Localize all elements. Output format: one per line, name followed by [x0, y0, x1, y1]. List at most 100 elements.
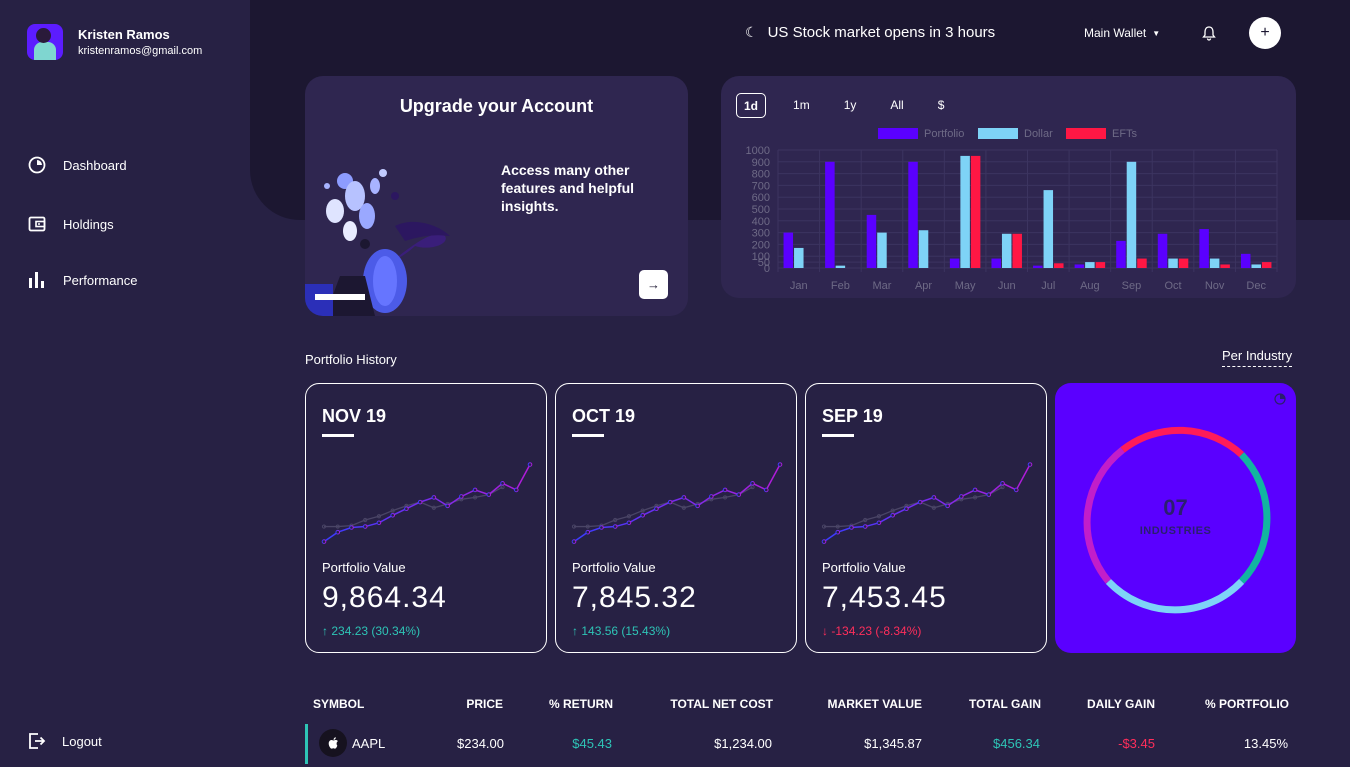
column-header-net-cost[interactable]: TOTAL NET COST — [670, 697, 773, 711]
sparkline-point — [835, 529, 841, 535]
tab-1d[interactable]: 1d — [736, 93, 767, 118]
column-header-daily-gain[interactable]: DAILY GAIN — [1087, 697, 1155, 711]
x-tick-label: Aug — [1080, 280, 1100, 292]
column-header-portfolio[interactable]: % PORTFOLIO — [1205, 697, 1289, 711]
y-tick-label: 500 — [752, 204, 770, 216]
bar-efts[interactable] — [1137, 258, 1147, 268]
bar-portfolio[interactable] — [1199, 229, 1209, 268]
bar-portfolio[interactable] — [783, 232, 794, 268]
wallet-dropdown[interactable]: Main Wallet ▼ — [1084, 26, 1160, 40]
history-date: SEP 19 — [822, 406, 883, 426]
add-button[interactable]: + — [1249, 17, 1281, 49]
y-tick-label: 1000 — [746, 145, 770, 157]
bar-portfolio[interactable] — [949, 258, 960, 268]
sparkline-point — [709, 494, 714, 499]
column-header-market-value[interactable]: MARKET VALUE — [828, 697, 922, 711]
sparkline-point — [1000, 481, 1005, 486]
plus-icon: + — [1260, 24, 1270, 41]
column-header-total-gain[interactable]: TOTAL GAIN — [969, 697, 1041, 711]
bar-dollar[interactable] — [794, 247, 804, 268]
sidebar-item-holdings[interactable]: Holdings — [28, 215, 114, 233]
sparkline-primary — [823, 464, 1031, 543]
sidebar-item-dashboard[interactable]: Dashboard — [28, 156, 127, 174]
bar-dollar[interactable] — [1085, 262, 1095, 268]
logout-label: Logout — [62, 733, 102, 749]
bar-efts[interactable] — [1178, 258, 1189, 268]
history-card-nov[interactable]: NOV 19 Portfolio Value 9,864.34 ↑ 234.23… — [305, 383, 547, 653]
y-tick-label: 100 — [752, 251, 770, 263]
legend-swatch — [1066, 128, 1106, 139]
market-status: ☾ US Stock market opens in 3 hours — [745, 24, 995, 41]
arrow-right-icon: → — [647, 277, 660, 292]
sparkline-point — [667, 499, 673, 505]
date-underline — [572, 434, 604, 437]
bar-dollar[interactable] — [918, 230, 929, 268]
market-status-text: US Stock market opens in 3 hours — [767, 24, 996, 41]
date-underline — [322, 434, 354, 437]
tab-1m[interactable]: 1m — [786, 93, 817, 118]
sparkline-point — [571, 539, 577, 544]
per-industry-link[interactable]: Per Industry — [1222, 348, 1293, 367]
sparkline-point — [431, 495, 437, 500]
bar-portfolio[interactable] — [866, 214, 877, 268]
cell-daily-gain: -$3.45 — [1118, 736, 1155, 751]
history-card-oct[interactable]: OCT 19 Portfolio Value 7,845.32 ↑ 143.56… — [555, 383, 797, 653]
bar-dollar[interactable] — [1168, 258, 1178, 268]
legend-label: EFTs — [1112, 128, 1138, 140]
bar-dollar[interactable] — [1043, 190, 1054, 268]
bar-efts[interactable] — [970, 155, 981, 268]
bar-portfolio[interactable] — [1074, 264, 1085, 268]
y-tick-label: 200 — [752, 239, 770, 251]
sparkline-point — [321, 539, 327, 544]
bar-dollar[interactable] — [1251, 264, 1261, 268]
x-tick-label: Nov — [1205, 280, 1225, 292]
sidebar-item-label: Holdings — [63, 216, 114, 232]
bar-portfolio[interactable] — [1033, 265, 1043, 268]
sparkline-point — [736, 492, 742, 497]
tab-all[interactable]: All — [883, 93, 910, 118]
bar-dollar[interactable] — [1126, 161, 1137, 268]
bar-portfolio[interactable] — [1240, 253, 1251, 268]
bar-dollar[interactable] — [960, 155, 970, 268]
apple-logo-icon — [319, 729, 347, 757]
bar-portfolio[interactable] — [825, 161, 835, 268]
column-header-symbol[interactable]: SYMBOL — [313, 697, 364, 711]
sparkline-primary — [573, 464, 781, 543]
tab-currency[interactable]: $ — [931, 93, 952, 118]
portfolio-change: ↑ 143.56 (15.43%) — [572, 624, 670, 638]
y-tick-label: 300 — [752, 228, 770, 240]
sparkline-point — [849, 525, 854, 530]
x-tick-label: Sep — [1122, 280, 1142, 292]
history-card-sep[interactable]: SEP 19 Portfolio Value 7,453.45 ↓ -134.2… — [805, 383, 1047, 653]
user-profile[interactable]: Kristen Ramos kristenramos@gmail.com — [27, 24, 202, 60]
avatar — [27, 24, 63, 60]
tab-1y[interactable]: 1y — [837, 93, 864, 118]
bar-efts[interactable] — [1012, 233, 1022, 268]
upgrade-arrow-button[interactable]: → — [639, 270, 668, 299]
upgrade-text: Access many other features and helpful i… — [501, 162, 635, 214]
bar-dollar[interactable] — [877, 232, 887, 268]
column-header-return[interactable]: % RETURN — [549, 697, 613, 711]
bar-efts[interactable] — [1220, 264, 1230, 268]
sidebar-item-performance[interactable]: Performance — [28, 271, 137, 289]
bar-portfolio[interactable] — [991, 258, 1001, 268]
bar-dollar[interactable] — [835, 265, 846, 268]
bar-efts[interactable] — [1261, 262, 1272, 268]
legend-swatch — [878, 128, 918, 139]
bar-dollar[interactable] — [1209, 258, 1220, 268]
bar-portfolio[interactable] — [908, 161, 918, 268]
bar-efts[interactable] — [1054, 263, 1064, 268]
bar-dollar[interactable] — [1001, 233, 1012, 268]
pie-chart-icon[interactable] — [1274, 393, 1286, 405]
portfolio-change-text: -134.23 (-8.34%) — [831, 624, 922, 638]
legend-swatch — [978, 128, 1018, 139]
bar-portfolio[interactable] — [1157, 233, 1168, 268]
bell-icon[interactable] — [1201, 25, 1217, 41]
table-row[interactable]: AAPL $234.00 $45.43 $1,234.00 $1,345.87 … — [305, 724, 1296, 764]
industries-card[interactable]: 07 INDUSTRIES — [1055, 383, 1296, 653]
bar-efts[interactable] — [1095, 262, 1106, 268]
column-header-price[interactable]: PRICE — [466, 697, 503, 711]
logout-button[interactable]: Logout — [28, 732, 102, 750]
chart-range-tabs: 1d 1m 1y All $ — [736, 93, 971, 118]
bar-portfolio[interactable] — [1116, 240, 1126, 268]
